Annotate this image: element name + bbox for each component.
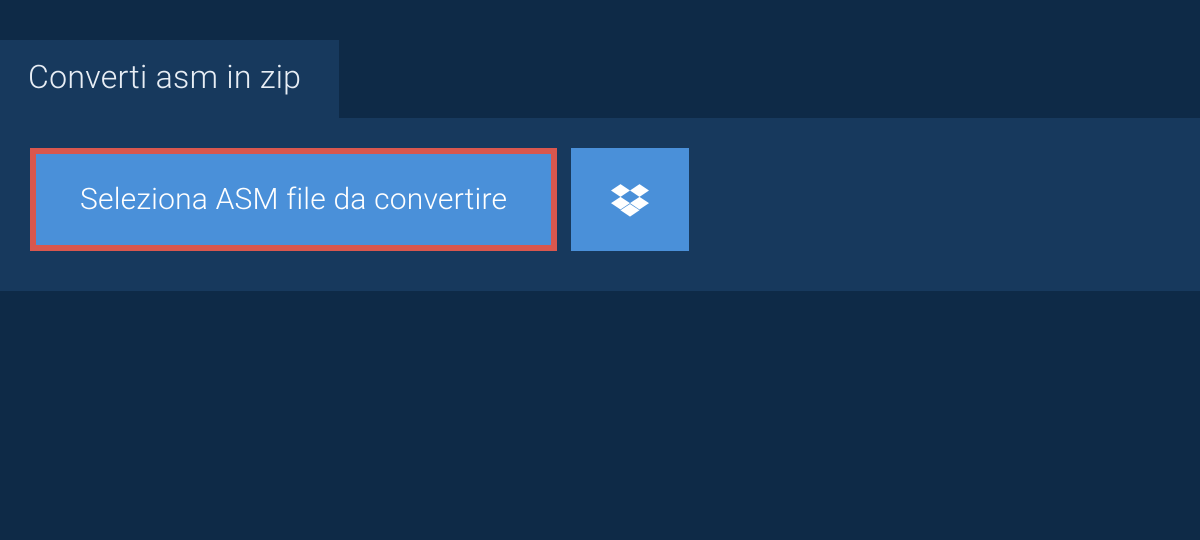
select-file-button[interactable]: Seleziona ASM file da convertire bbox=[30, 148, 557, 251]
select-file-label: Seleziona ASM file da convertire bbox=[80, 182, 507, 217]
tab-convert-asm-zip[interactable]: Converti asm in zip bbox=[0, 40, 339, 118]
file-select-row: Seleziona ASM file da convertire bbox=[30, 148, 1170, 251]
tab-label: Converti asm in zip bbox=[28, 58, 301, 96]
converter-panel: Seleziona ASM file da convertire bbox=[0, 118, 1200, 291]
dropbox-button[interactable] bbox=[571, 148, 689, 251]
dropbox-icon bbox=[611, 181, 649, 219]
tab-bar: Converti asm in zip bbox=[0, 40, 1200, 118]
